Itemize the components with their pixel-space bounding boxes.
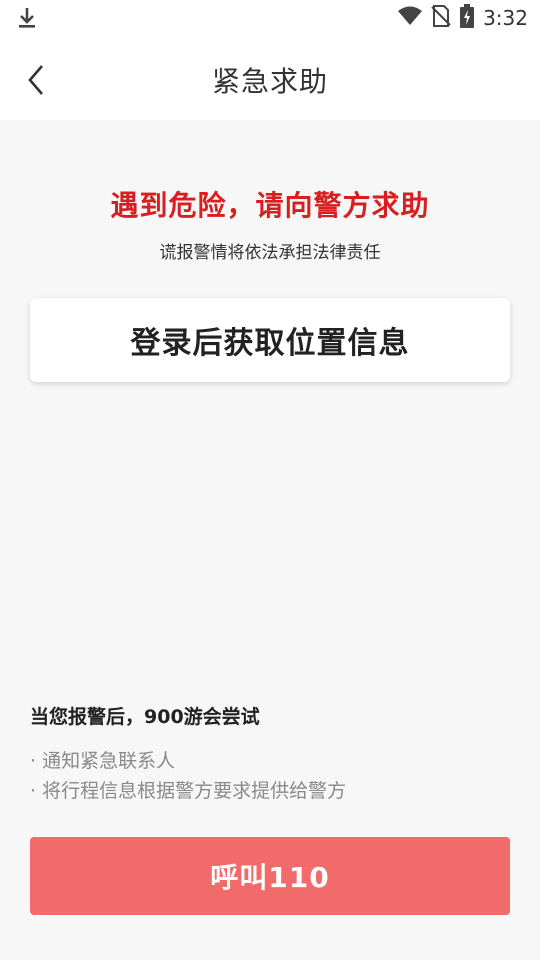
info-item-notify-contacts: · 通知紧急联系人 bbox=[30, 750, 176, 772]
get-location-button[interactable]: 登录后获取位置信息 bbox=[30, 298, 510, 382]
alert-warning: 谎报警情将依法承担法律责任 bbox=[159, 243, 381, 263]
info-item-share-trip: · 将行程信息根据警方要求提供给警方 bbox=[30, 780, 347, 802]
page-title: 紧急求助 bbox=[211, 65, 328, 98]
call-110-button[interactable]: 呼叫110 bbox=[30, 837, 510, 915]
status-time: 3:32 bbox=[483, 6, 528, 30]
download-icon bbox=[16, 6, 38, 34]
battery-charging-icon bbox=[459, 4, 475, 32]
status-bar: 3:32 bbox=[0, 0, 540, 36]
location-card-label: 登录后获取位置信息 bbox=[130, 326, 410, 361]
no-sim-icon bbox=[431, 4, 451, 32]
info-title: 当您报警后，900游会尝试 bbox=[30, 706, 260, 728]
wifi-icon bbox=[397, 5, 423, 31]
call-button-label: 呼叫110 bbox=[210, 861, 330, 894]
alert-headline: 遇到危险，请向警方求助 bbox=[110, 189, 430, 222]
app-bar: 紧急求助 bbox=[0, 36, 540, 120]
